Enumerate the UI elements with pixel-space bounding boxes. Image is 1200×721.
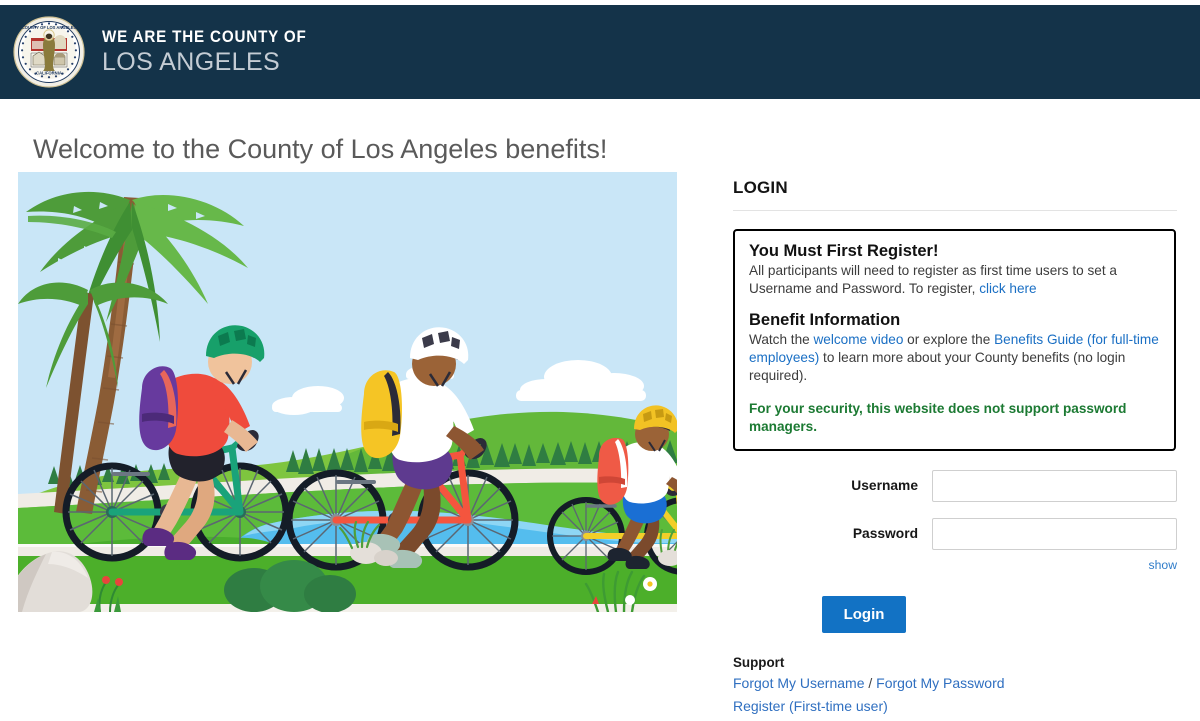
benefit-text-1: Watch the bbox=[749, 331, 814, 347]
benefit-heading: Benefit Information bbox=[749, 310, 901, 329]
register-text: All participants will need to register a… bbox=[749, 262, 1160, 298]
password-manager-warning: For your security, this website does not… bbox=[749, 400, 1127, 434]
brand-line-1: WE ARE THE COUNTY OF bbox=[102, 28, 307, 47]
county-seal-icon: COUNTY OF LOS ANGELES CALIFORNIA bbox=[13, 16, 85, 88]
support-section: Support Forgot My Username / Forgot My P… bbox=[733, 655, 1177, 721]
login-heading: LOGIN bbox=[733, 178, 788, 197]
show-password-row: show bbox=[733, 556, 1177, 574]
support-heading: Support bbox=[733, 654, 785, 670]
welcome-video-link[interactable]: welcome video bbox=[813, 332, 903, 347]
login-form: Username Password show Login bbox=[733, 469, 1177, 633]
password-input[interactable] bbox=[932, 517, 1177, 550]
benefit-text-2: or explore the bbox=[903, 331, 995, 347]
login-divider bbox=[733, 210, 1177, 211]
site-header: COUNTY OF LOS ANGELES CALIFORNIA WE ARE … bbox=[0, 5, 1200, 99]
login-panel: LOGIN You Must First Register! All parti… bbox=[733, 178, 1177, 721]
username-row: Username bbox=[733, 469, 1177, 502]
password-label: Password bbox=[852, 526, 918, 542]
benefit-text: Watch the welcome video or explore the B… bbox=[749, 331, 1160, 385]
svg-text:COUNTY OF LOS ANGELES: COUNTY OF LOS ANGELES bbox=[22, 25, 77, 30]
forgot-password-link[interactable]: Forgot My Password bbox=[876, 675, 1004, 691]
click-here-link[interactable]: click here bbox=[979, 281, 1036, 296]
hero-illustration bbox=[18, 172, 677, 612]
login-button[interactable]: Login bbox=[821, 595, 907, 633]
username-label: Username bbox=[851, 478, 918, 494]
login-page: COUNTY OF LOS ANGELES CALIFORNIA WE ARE … bbox=[0, 0, 1200, 721]
support-separator: / bbox=[864, 674, 877, 691]
support-line-1: Forgot My Username / Forgot My Password bbox=[733, 672, 1177, 695]
register-text-body: All participants will need to register a… bbox=[749, 263, 1117, 296]
password-row: Password bbox=[733, 517, 1177, 550]
brand-line-2: LOS ANGELES bbox=[102, 47, 281, 76]
submit-row: Login bbox=[733, 595, 1177, 633]
page-title: Welcome to the County of Los Angeles ben… bbox=[33, 134, 608, 165]
svg-text:CALIFORNIA: CALIFORNIA bbox=[36, 71, 62, 76]
forgot-username-link[interactable]: Forgot My Username bbox=[733, 675, 864, 691]
support-line-2: Register (First-time user) bbox=[733, 695, 1177, 718]
register-heading: You Must First Register! bbox=[749, 242, 939, 260]
brand-wordmark: WE ARE THE COUNTY OF LOS ANGELES bbox=[102, 29, 324, 75]
register-first-time-link[interactable]: Register (First-time user) bbox=[733, 698, 888, 714]
show-password-toggle[interactable]: show bbox=[1149, 558, 1177, 572]
username-input[interactable] bbox=[932, 469, 1177, 502]
registration-notice-box: You Must First Register! All participant… bbox=[733, 229, 1176, 451]
